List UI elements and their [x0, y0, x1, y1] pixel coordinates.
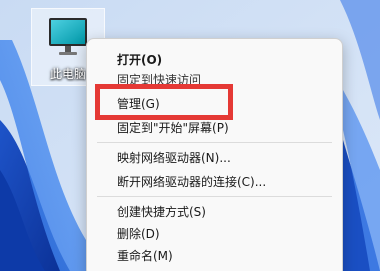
context-menu: 打开(O) 固定到快速访问 管理(G) 固定到"开始"屏幕(P) 映射网络驱动器… — [86, 38, 343, 271]
menu-separator — [97, 142, 332, 143]
menu-item-disconnect-network-drive[interactable]: 断开网络驱动器的连接(C)... — [117, 173, 266, 191]
menu-item-create-shortcut[interactable]: 创建快捷方式(S) — [117, 203, 206, 221]
monitor-icon — [49, 18, 87, 55]
menu-item-delete[interactable]: 删除(D) — [117, 225, 160, 243]
menu-separator — [97, 196, 332, 197]
menu-item-map-network-drive[interactable]: 映射网络驱动器(N)... — [117, 149, 231, 167]
highlight-annotation-box — [95, 84, 233, 120]
menu-item-rename[interactable]: 重命名(M) — [117, 247, 173, 265]
menu-item-open[interactable]: 打开(O) — [117, 51, 162, 69]
menu-item-pin-start[interactable]: 固定到"开始"屏幕(P) — [117, 119, 229, 137]
